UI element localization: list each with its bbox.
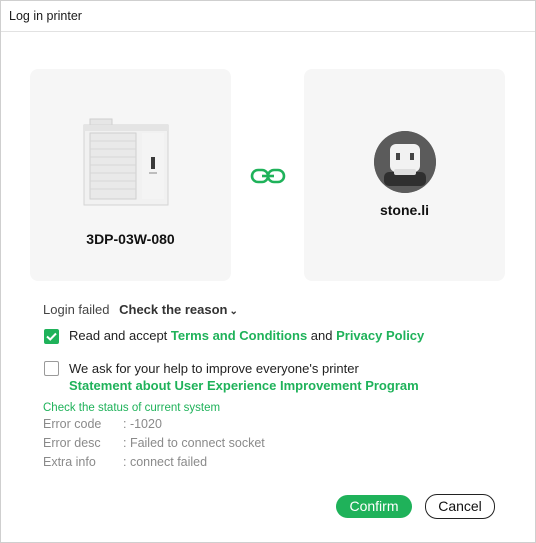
check-icon [46, 332, 57, 341]
robot-avatar-icon [374, 131, 436, 193]
terms-prefix: Read and accept [69, 328, 171, 343]
printer-image [83, 118, 169, 206]
user-card: stone.li [304, 69, 505, 281]
error-desc-value: : Failed to connect socket [123, 436, 265, 450]
login-printer-dialog: Log in printer 3DP-03W-080 stone.li Logi… [0, 0, 536, 543]
login-failed-label: Login failed [43, 302, 110, 317]
check-reason-label: Check the reason [119, 302, 228, 317]
window-title: Log in printer [9, 9, 82, 23]
error-desc-row: Error desc : Failed to connect socket [43, 436, 265, 450]
title-bar: Log in printer [1, 1, 535, 32]
link-icon [250, 168, 286, 184]
cancel-button[interactable]: Cancel [425, 494, 495, 519]
printer-card: 3DP-03W-080 [30, 69, 231, 281]
system-status-link[interactable]: Check the status of current system [43, 402, 220, 414]
error-desc-key: Error desc [43, 436, 101, 450]
error-code-row: Error code : -1020 [43, 417, 162, 431]
error-code-key: Error code [43, 417, 102, 431]
terms-row: Read and accept Terms and Conditions and… [69, 328, 424, 343]
extra-info-key: Extra info [43, 455, 96, 469]
user-name: stone.li [379, 202, 429, 218]
error-code-value: : -1020 [123, 417, 162, 431]
login-failed-row: Login failed Check the reason ⌄ [43, 302, 238, 317]
confirm-button[interactable]: Confirm [336, 495, 412, 518]
terms-and: and [307, 328, 337, 343]
avatar [374, 131, 436, 193]
check-reason-link[interactable]: Check the reason ⌄ [119, 302, 238, 317]
terms-checkbox[interactable] [44, 329, 59, 344]
improvement-checkbox[interactable] [44, 361, 59, 376]
improvement-text: We ask for your help to improve everyone… [69, 361, 359, 376]
chevron-down-icon: ⌄ [229, 306, 238, 317]
terms-and-conditions-link[interactable]: Terms and Conditions [171, 328, 307, 343]
extra-info-row: Extra info : connect failed [43, 455, 207, 469]
privacy-policy-link[interactable]: Privacy Policy [336, 328, 424, 343]
extra-info-value: : connect failed [123, 455, 208, 469]
improvement-row: We ask for your help to improve everyone… [69, 360, 419, 394]
printer-name: 3DP-03W-080 [86, 231, 175, 247]
ux-improvement-statement-link[interactable]: Statement about User Experience Improvem… [69, 377, 419, 394]
